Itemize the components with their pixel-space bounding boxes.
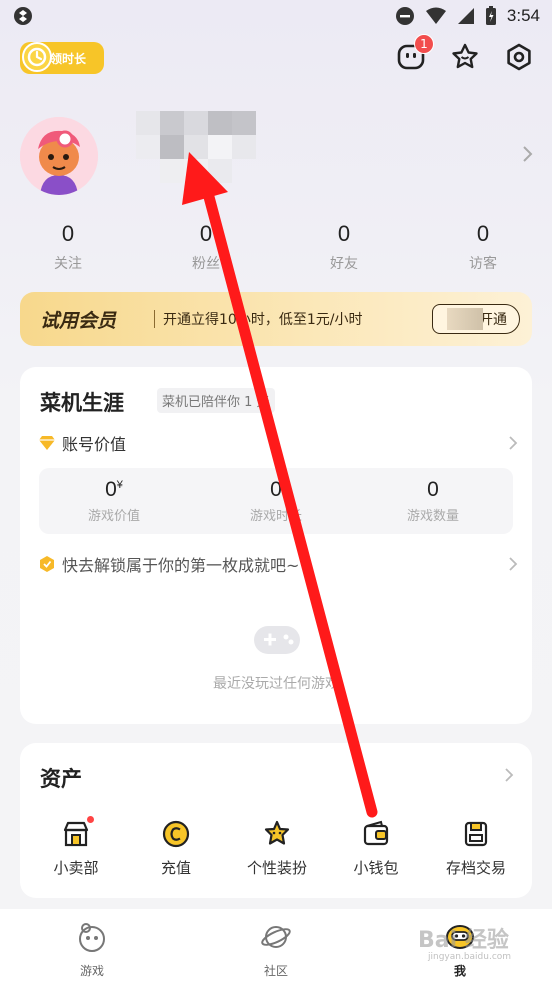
asset-shop[interactable]: 小卖部: [31, 816, 121, 878]
wallet-icon: [361, 819, 391, 849]
chevron-right-icon[interactable]: [504, 767, 514, 783]
nav-label: 社区: [263, 964, 288, 978]
stat-label: 粉丝: [192, 256, 220, 272]
profile-chevron-icon[interactable]: [522, 144, 534, 164]
shop-icon: [61, 816, 94, 849]
vip-open-label: 开通: [479, 312, 507, 328]
vip-title: 试用会员: [40, 310, 117, 332]
claim-time-label: 领时长: [50, 51, 87, 66]
stat-label: 关注: [54, 256, 82, 272]
asset-save-trade[interactable]: 存档交易: [431, 819, 521, 878]
message-count-badge: 1: [414, 34, 434, 54]
avatar-character-icon: [20, 117, 98, 195]
assets-title: 资产: [40, 767, 82, 791]
nav-label: 游戏: [79, 964, 104, 978]
career-title: 菜机生涯: [40, 391, 124, 415]
stat-label: 好友: [330, 256, 358, 272]
game-time-stat: 0 游戏时长: [216, 478, 336, 524]
asset-label: 个性装扮: [246, 859, 307, 877]
career-days-tag: 菜机已陪伴你 1 天: [157, 388, 275, 413]
nav-label: 我: [453, 964, 466, 978]
game-count-stat: 0 游戏数量: [373, 478, 493, 524]
career-card: 菜机生涯 菜机已陪伴你 1 天 账号价值 0¥ 游戏价值 0 游戏时长 0 游戏…: [20, 367, 532, 724]
settings-button[interactable]: [502, 40, 536, 74]
gear-icon: [507, 43, 531, 71]
dnd-icon: [395, 7, 414, 25]
achievement-row[interactable]: 快去解锁属于你的第一枚成就吧~: [38, 552, 518, 576]
watermark: Bai 经验: [418, 928, 509, 953]
coin-c-icon: [161, 819, 191, 849]
stat-visitors[interactable]: 0 访客: [443, 221, 523, 273]
currency-unit: ¥: [116, 479, 123, 491]
stat-value: 0: [476, 221, 490, 246]
stat-following[interactable]: 0 关注: [28, 221, 108, 273]
achievement-badge-icon: [40, 556, 54, 572]
stat-fans[interactable]: 0 粉丝: [166, 221, 246, 273]
game-value-number: 0: [105, 478, 117, 501]
watermark-url: jingyan.baidu.com: [428, 952, 512, 962]
star-icon: [452, 43, 478, 69]
asset-wallet[interactable]: 小钱包: [331, 819, 421, 878]
asset-label: 存档交易: [445, 859, 506, 877]
game-value-label: 游戏价值: [87, 509, 140, 524]
asset-label: 充值: [160, 859, 191, 877]
vip-description: 开通立得10小时，低至1元/小时: [163, 312, 363, 328]
vip-open-button[interactable]: 开通: [432, 304, 520, 334]
chevron-right-icon: [509, 557, 518, 571]
battery-icon: [485, 6, 496, 25]
game-icon: [79, 923, 105, 952]
avatar[interactable]: [20, 117, 98, 195]
empty-games-text: 最近没玩过任何游戏: [213, 676, 339, 692]
account-value-row[interactable]: 账号价值: [38, 431, 518, 455]
save-trade-icon: [461, 819, 491, 849]
chevron-right-icon: [509, 436, 518, 450]
app-status-icon: [14, 7, 32, 25]
favorites-button[interactable]: [448, 40, 482, 74]
signal-icon: [457, 8, 474, 24]
shop-notification-dot: [87, 816, 94, 823]
diamond-icon: [39, 436, 55, 450]
clock-coin-icon: [22, 42, 52, 72]
stat-value: 0: [337, 221, 351, 246]
game-time-number: 0: [270, 478, 282, 501]
game-count-label: 游戏数量: [406, 509, 459, 524]
career-values-box: 0¥ 游戏价值 0 游戏时长 0 游戏数量: [39, 468, 513, 534]
status-bar: 3:54: [0, 0, 552, 32]
star-face-icon: [262, 819, 292, 849]
vip-divider: [154, 310, 155, 328]
clock: 3:54: [506, 6, 540, 25]
game-time-label: 游戏时长: [249, 509, 302, 524]
nav-community[interactable]: 社区: [246, 921, 306, 979]
achievement-label: 快去解锁属于你的第一枚成就吧~: [62, 556, 300, 575]
message-button[interactable]: 1: [394, 34, 434, 74]
asset-recharge[interactable]: 充值: [131, 819, 221, 878]
assets-card: 资产 小卖部 充值 个性装扮 小钱包 存档交易: [20, 743, 532, 898]
nav-games[interactable]: 游戏: [62, 921, 122, 979]
planet-icon: [261, 926, 291, 948]
wifi-icon: [425, 7, 446, 24]
gamepad-empty-icon: [254, 626, 300, 654]
vip-price-blurred: [447, 308, 483, 330]
stat-value: 0: [61, 221, 75, 246]
trial-vip-banner[interactable]: 试用会员 开通立得10小时，低至1元/小时 开通: [20, 292, 532, 346]
stat-friends[interactable]: 0 好友: [304, 221, 384, 273]
claim-time-badge[interactable]: 领时长: [20, 42, 104, 74]
username-blurred: [136, 111, 256, 183]
account-value-label: 账号价值: [62, 435, 127, 454]
game-value-stat: 0¥ 游戏价值: [54, 478, 174, 524]
asset-dressup[interactable]: 个性装扮: [232, 819, 322, 878]
asset-label: 小钱包: [353, 859, 399, 877]
stat-label: 访客: [469, 256, 497, 272]
asset-label: 小卖部: [53, 859, 99, 877]
stat-value: 0: [199, 221, 213, 246]
game-count-number: 0: [427, 478, 439, 501]
